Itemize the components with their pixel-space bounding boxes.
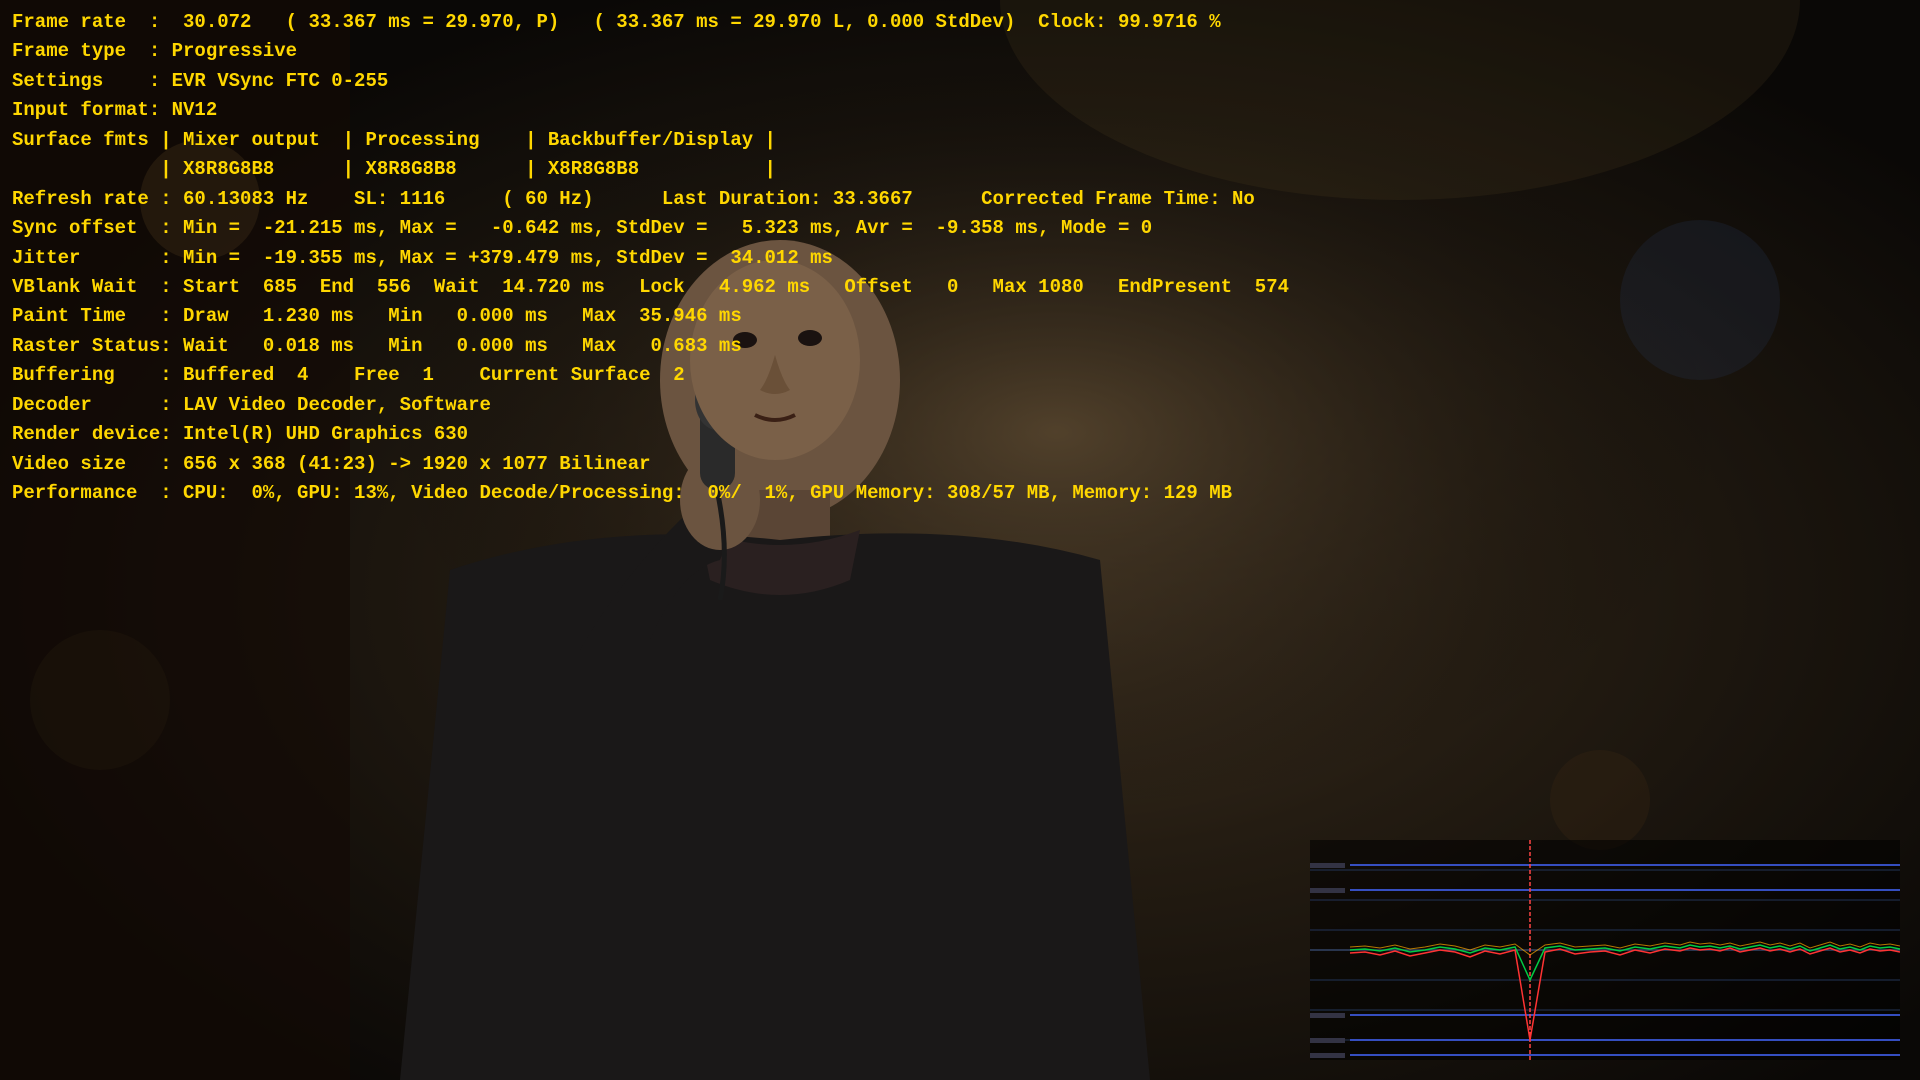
timing-chart (1310, 840, 1900, 1060)
chart-container (1310, 840, 1900, 1060)
main-container: Frame rate : 30.072 ( 33.367 ms = 29.970… (0, 0, 1920, 1080)
